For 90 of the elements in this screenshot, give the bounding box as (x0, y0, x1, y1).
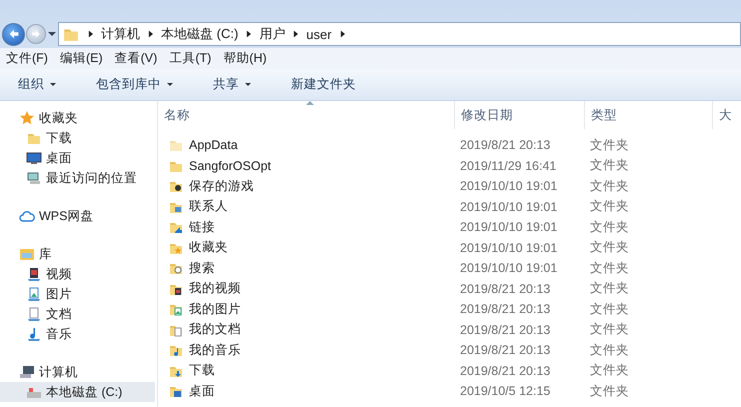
caret-down-icon (167, 83, 173, 86)
monitor-icon (26, 150, 42, 166)
column-header[interactable]: 大 (713, 101, 741, 129)
modified-date: 2019/8/21 20:13 (459, 137, 552, 154)
modified-date: 2019/10/10 19:01 (459, 240, 558, 257)
nav-item[interactable]: 音乐 (0, 324, 157, 344)
cloud-icon (19, 208, 35, 224)
chevron-right-icon (246, 30, 252, 38)
column-header[interactable]: 类型 (585, 101, 713, 129)
address-bar[interactable]: 计算机 本地磁盘 (C:) 用户 user (58, 22, 741, 46)
file-type: 文件夹 (589, 280, 630, 298)
modified-date: 2019/8/21 20:13 (459, 280, 552, 298)
picture-icon (26, 286, 42, 302)
chevron-right-icon (148, 30, 153, 38)
chevron-right-icon (340, 30, 345, 38)
caret-down-icon (245, 83, 251, 86)
file-name[interactable]: 我的音乐 (158, 340, 454, 360)
file-type: 文件夹 (589, 342, 630, 359)
menu-item[interactable]: 帮助(H) (223, 50, 267, 67)
file-name[interactable]: 我的图片 (158, 299, 454, 320)
menu-item[interactable]: 编辑(E) (60, 50, 103, 67)
nav-item[interactable]: WPS网盘 (0, 206, 157, 226)
library-icon (19, 246, 35, 262)
file-type: 文件夹 (589, 136, 630, 154)
video-icon (26, 266, 42, 282)
menu-item[interactable]: 工具(T) (169, 50, 212, 67)
modified-date: 2019/10/10 19:01 (459, 260, 558, 278)
column-header[interactable]: 修改日期 (455, 101, 585, 129)
star-icon (19, 110, 35, 126)
nav-item[interactable]: 桌面 (0, 148, 157, 168)
nav-item[interactable]: 收藏夹 (0, 108, 157, 128)
file-name[interactable]: 搜索 (158, 258, 454, 278)
breadcrumb[interactable]: user (306, 26, 332, 42)
toolbar-button[interactable]: 包含到库中 (86, 72, 183, 97)
file-type: 文件夹 (589, 157, 630, 174)
modified-date: 2019/8/21 20:13 (459, 301, 552, 318)
file-name[interactable]: 收藏夹 (158, 238, 454, 258)
back-button[interactable] (2, 22, 25, 46)
nav-item[interactable]: 视频 (0, 264, 157, 284)
file-type: 文件夹 (589, 239, 630, 256)
menu-item[interactable]: 查看(V) (114, 50, 158, 67)
document-icon (26, 306, 42, 322)
file-name[interactable]: 下载 (158, 360, 454, 381)
file-type: 文件夹 (589, 362, 630, 380)
nav-item[interactable]: 库 (0, 244, 157, 264)
toolbar-button[interactable]: 组织 (8, 72, 66, 97)
file-name[interactable]: AppData (158, 135, 454, 156)
nav-item[interactable]: 本地磁盘 (C:) (0, 382, 155, 402)
modified-date: 2019/8/21 20:13 (459, 342, 552, 360)
computer-icon (26, 170, 42, 186)
breadcrumb[interactable]: 用户 (259, 25, 286, 43)
modified-date: 2019/10/5 12:15 (459, 383, 552, 400)
nav-item[interactable]: 图片 (0, 284, 157, 304)
toolbar-button[interactable]: 新建文件夹 (281, 72, 366, 97)
menu-item[interactable]: 文件(F) (6, 50, 48, 67)
music-note-icon (26, 326, 42, 342)
right-arrow-icon (30, 28, 42, 40)
modified-date: 2019/11/29 16:41 (459, 158, 558, 175)
nav-item[interactable]: 下载 (0, 128, 157, 148)
file-name[interactable]: 我的视频 (158, 278, 454, 299)
modified-date: 2019/8/21 20:13 (459, 362, 552, 380)
nav-item[interactable]: 最近访问的位置 (0, 168, 157, 188)
breadcrumb[interactable]: 计算机 (101, 25, 140, 43)
modified-date: 2019/10/10 19:01 (459, 198, 558, 216)
breadcrumb[interactable]: 本地磁盘 (C:) (161, 25, 238, 43)
caret-down-icon (48, 32, 56, 36)
file-name[interactable]: 桌面 (158, 381, 454, 402)
computer-icon (19, 364, 35, 380)
file-type: 文件夹 (589, 178, 630, 195)
file-type: 文件夹 (589, 198, 630, 216)
caret-down-icon (50, 83, 56, 86)
file-type: 文件夹 (589, 321, 630, 338)
file-type: 文件夹 (589, 260, 630, 277)
file-name[interactable]: 链接 (158, 217, 454, 238)
file-type: 文件夹 (589, 300, 630, 318)
modified-date: 2019/8/21 20:13 (459, 322, 552, 339)
file-name[interactable]: 保存的游戏 (158, 176, 454, 196)
chevron-right-icon (88, 30, 93, 38)
nav-item[interactable]: 计算机 (0, 362, 157, 382)
chevron-right-icon (293, 30, 298, 38)
nav-item[interactable]: 文档 (0, 304, 157, 324)
toolbar-button[interactable]: 共享 (203, 72, 261, 97)
file-type: 文件夹 (589, 218, 630, 236)
file-name[interactable]: 我的文档 (158, 320, 454, 340)
file-name[interactable]: SangforOSOpt (158, 156, 454, 176)
column-header[interactable]: 名称 (158, 101, 455, 129)
modified-date: 2019/10/10 19:01 (459, 219, 558, 236)
file-type: 文件夹 (589, 382, 630, 400)
modified-date: 2019/10/10 19:01 (459, 178, 558, 196)
file-name[interactable]: 联系人 (158, 196, 454, 217)
